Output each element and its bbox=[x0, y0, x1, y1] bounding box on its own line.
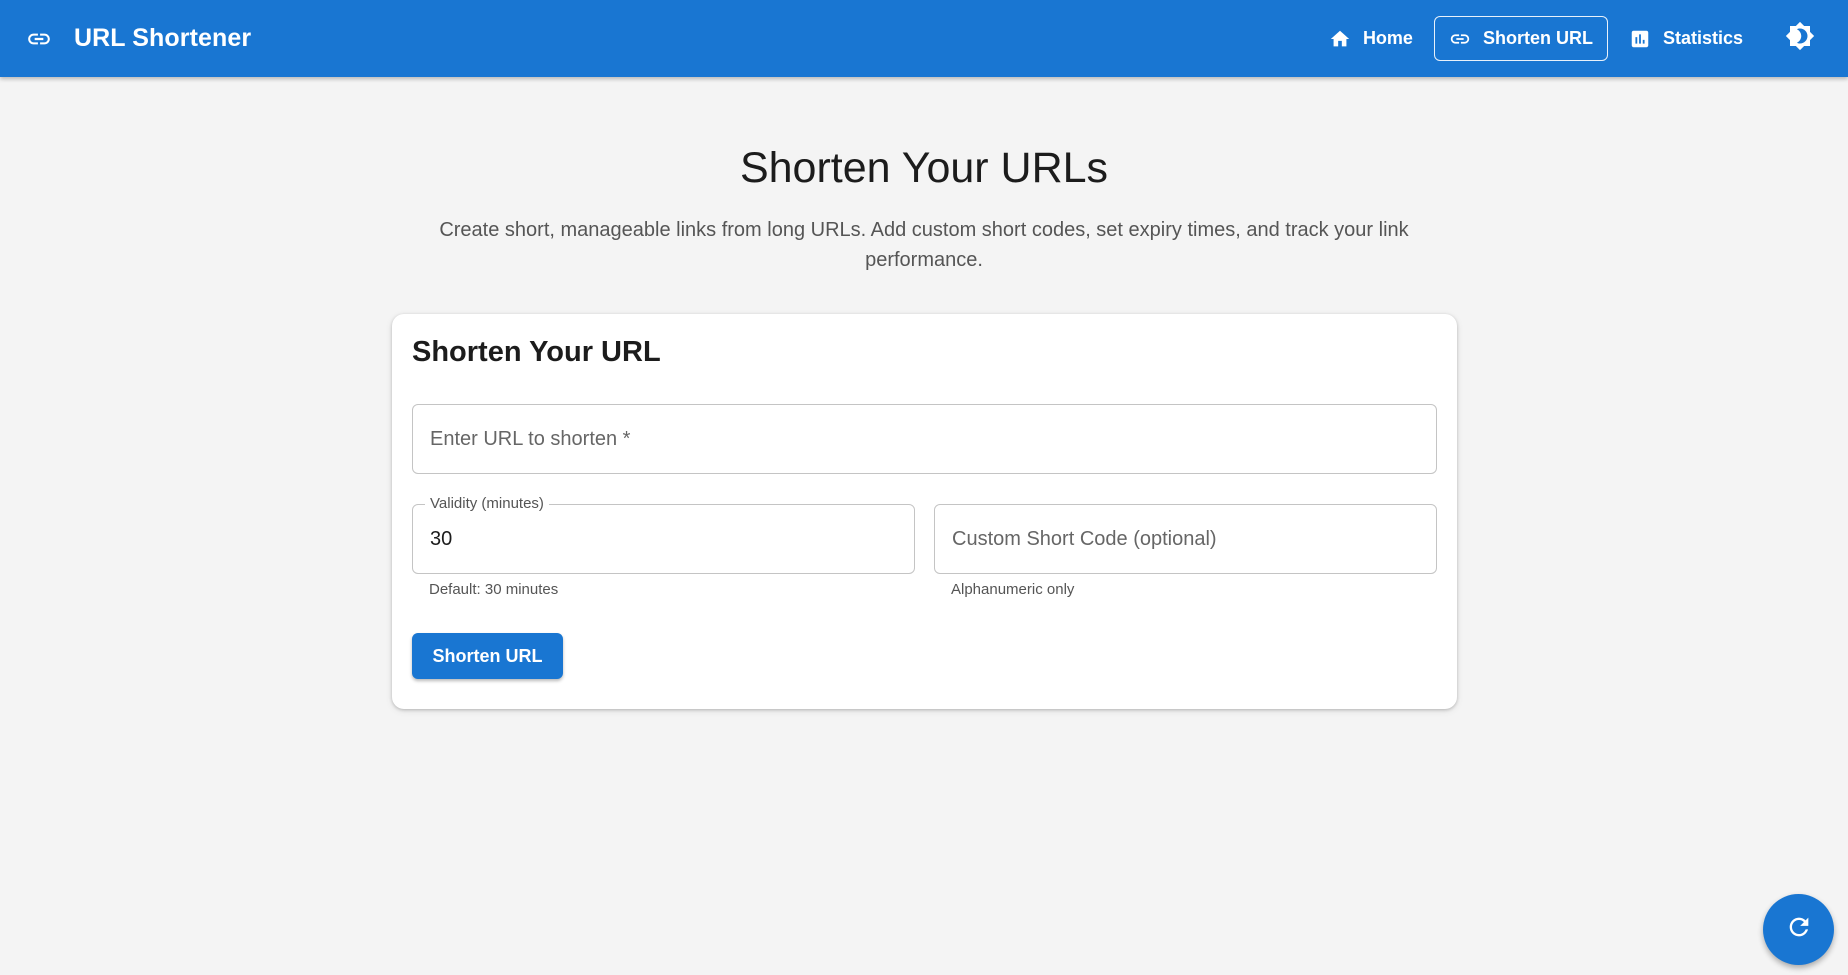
short-code-field bbox=[934, 504, 1437, 574]
short-code-input[interactable] bbox=[935, 505, 1436, 573]
nav-shorten-url-button[interactable]: Shorten URL bbox=[1433, 16, 1608, 61]
theme-toggle-button[interactable] bbox=[1778, 17, 1822, 61]
link-icon bbox=[26, 26, 52, 52]
url-field bbox=[412, 404, 1437, 474]
validity-input[interactable] bbox=[413, 505, 914, 573]
refresh-fab-button[interactable] bbox=[1763, 894, 1834, 965]
page-subtitle: Create short, manageable links from long… bbox=[439, 219, 1409, 271]
url-input[interactable] bbox=[413, 405, 1436, 473]
short-code-helper-text: Alphanumeric only bbox=[951, 581, 1075, 598]
brand: URL Shortener bbox=[26, 24, 251, 53]
form-title: Shorten Your URL bbox=[412, 336, 661, 368]
validity-helper-text: Default: 30 minutes bbox=[429, 581, 559, 598]
nav-statistics-button[interactable]: Statistics bbox=[1614, 16, 1758, 61]
shorten-form-card: Shorten Your URL Validity (minutes) Defa… bbox=[392, 314, 1457, 709]
nav-shorten-url-label: Shorten URL bbox=[1482, 28, 1593, 48]
validity-field: Validity (minutes) bbox=[412, 495, 915, 574]
nav-home-button[interactable]: Home bbox=[1314, 16, 1428, 61]
brightness-icon bbox=[1785, 21, 1815, 56]
bar-chart-icon bbox=[1629, 28, 1651, 50]
nav-home-label: Home bbox=[1362, 28, 1413, 48]
top-nav: Home Shorten URL Statistics bbox=[1314, 0, 1848, 77]
refresh-icon bbox=[1785, 913, 1813, 946]
link-icon bbox=[1449, 28, 1471, 50]
page-title: Shorten Your URLs bbox=[739, 144, 1109, 192]
validity-label: Validity (minutes) bbox=[425, 495, 549, 513]
app-title: URL Shortener bbox=[74, 24, 252, 52]
nav-statistics-label: Statistics bbox=[1662, 28, 1743, 48]
shorten-url-button[interactable]: Shorten URL bbox=[412, 633, 563, 679]
home-icon bbox=[1329, 28, 1351, 50]
app-bar: URL Shortener Home Shorten URL Statistic… bbox=[0, 0, 1848, 77]
